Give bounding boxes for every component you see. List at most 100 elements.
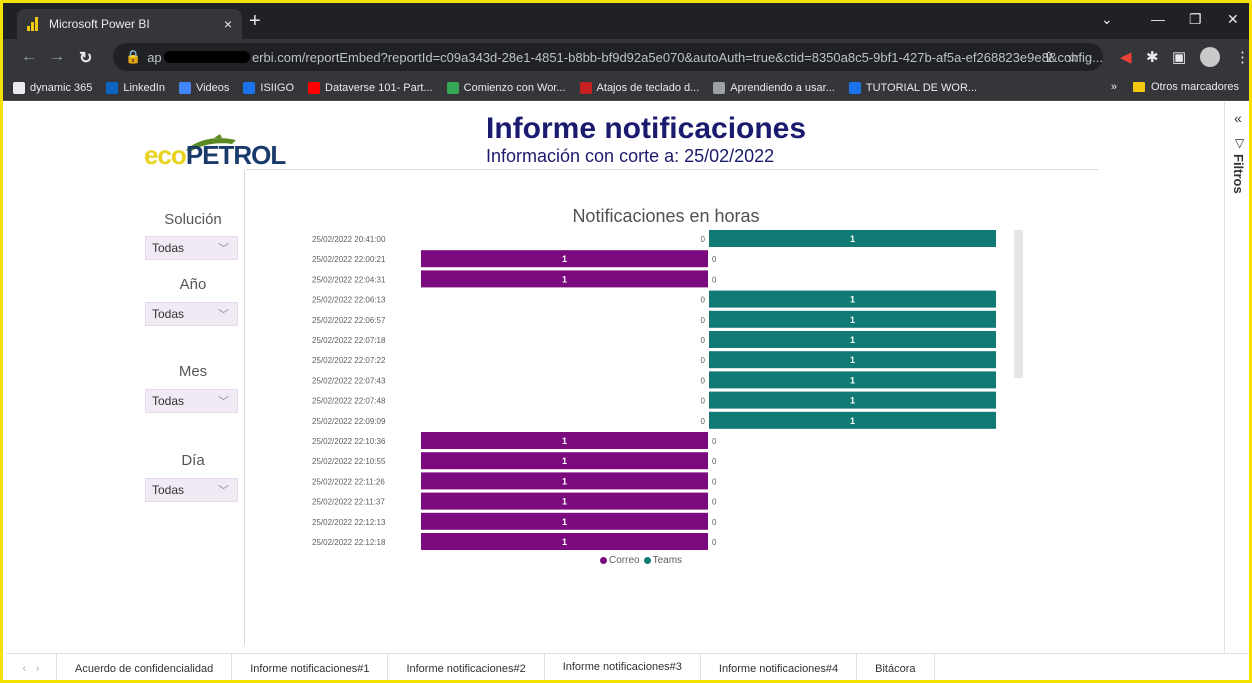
- data-label-teams: 0: [712, 437, 717, 446]
- sidepanel-icon[interactable]: ▣: [1172, 48, 1186, 66]
- star-icon[interactable]: ☆: [1066, 49, 1079, 65]
- bookmark-item[interactable]: Videos: [178, 81, 230, 94]
- filters-label[interactable]: Filtros: [1231, 154, 1246, 194]
- category-label: 25/02/2022 22:12:18: [312, 538, 386, 547]
- data-label-teams: 1: [850, 375, 855, 385]
- page-tab[interactable]: Informe notificaciones#3: [543, 654, 700, 680]
- legend-dot-correo: [600, 557, 607, 564]
- bookmark-item[interactable]: Aprendiendo a usar...: [713, 81, 835, 94]
- data-label-correo: 1: [562, 537, 567, 547]
- data-label-correo: 0: [701, 417, 706, 426]
- data-label-correo: 1: [562, 517, 567, 527]
- window-close-icon[interactable]: ✕: [1227, 11, 1239, 28]
- bookmark-label: ISIIGO: [260, 81, 295, 94]
- category-label: 25/02/2022 22:10:36: [312, 437, 386, 446]
- report-title: Informe notificaciones: [486, 112, 807, 145]
- category-label: 25/02/2022 22:12:13: [312, 518, 386, 527]
- new-tab-button[interactable]: +: [249, 11, 261, 31]
- bookmark-item[interactable]: dynamic 365: [13, 81, 92, 94]
- more-bookmarks-icon[interactable]: »: [1111, 81, 1117, 93]
- tab-close-icon[interactable]: ×: [224, 16, 232, 32]
- slicer-value: Todas: [152, 307, 185, 321]
- redacted-block: [163, 51, 250, 63]
- address-bar[interactable]: 🔒 ap erbi.com/ reportEmbed?reportId=c09a…: [113, 43, 1103, 71]
- page-tab[interactable]: Informe notificaciones#4: [699, 654, 856, 680]
- chart-title: Notificaciones en horas: [572, 206, 760, 226]
- page-tab[interactable]: Informe notificaciones#2: [387, 654, 543, 680]
- data-label-teams: 0: [712, 498, 717, 507]
- share-icon[interactable]: ⇪: [1043, 49, 1055, 65]
- legend-teams[interactable]: Teams: [653, 555, 682, 566]
- menu-icon[interactable]: ⋮: [1235, 48, 1249, 66]
- reload-icon[interactable]: ↻: [79, 48, 92, 68]
- puzzle-icon[interactable]: ✱: [1146, 48, 1159, 66]
- data-label-correo: 0: [701, 336, 706, 345]
- data-label-teams: 1: [850, 234, 855, 244]
- bookmark-item[interactable]: LinkedIn: [106, 81, 165, 94]
- bookmark-label: Videos: [195, 81, 230, 94]
- chart-scrollbar[interactable]: [1014, 230, 1023, 378]
- category-label: 25/02/2022 22:06:57: [312, 316, 386, 325]
- data-label-correo: 0: [701, 235, 706, 244]
- legend-dot-teams: [643, 557, 651, 564]
- slicer-dia[interactable]: Todas ﹀: [145, 478, 238, 502]
- browser-window: Microsoft Power BI × + ⌄ — ❐ ✕ ← → ↻ 🔒 a…: [0, 0, 1252, 683]
- data-label-teams: 0: [712, 538, 717, 547]
- bookmark-icon: [446, 81, 459, 94]
- page-tab[interactable]: Informe notificaciones#1: [231, 654, 387, 680]
- chevron-down-icon: ﹀: [218, 485, 229, 497]
- bookmark-label: LinkedIn: [123, 81, 165, 94]
- forward-icon[interactable]: →: [49, 48, 65, 66]
- data-label-correo: 1: [562, 476, 567, 486]
- page-tab[interactable]: Bitácora: [856, 654, 935, 680]
- data-label-correo: 0: [701, 356, 706, 365]
- data-label-teams: 1: [850, 416, 855, 426]
- category-label: 25/02/2022 22:07:43: [312, 376, 386, 385]
- bookmark-icon: [13, 81, 25, 94]
- data-label-teams: 1: [850, 315, 855, 325]
- bookmark-item[interactable]: TUTORIAL DE WOR...: [848, 81, 977, 94]
- bookmark-item[interactable]: Dataverse 101- Part...: [308, 81, 433, 94]
- category-label: 25/02/2022 22:04:31: [312, 275, 386, 284]
- powerbi-icon: [27, 17, 41, 31]
- data-label-teams: 1: [850, 335, 855, 345]
- restore-icon[interactable]: ❐: [1189, 11, 1202, 28]
- slicer-ano[interactable]: Todas ﹀: [145, 302, 238, 326]
- tab-search-icon[interactable]: ⌄: [1101, 11, 1113, 28]
- other-bookmarks[interactable]: Otros marcadores: [1151, 81, 1239, 93]
- bookmark-label: Comienzo con Wor...: [463, 81, 566, 94]
- bookmark-item[interactable]: Comienzo con Wor...: [446, 81, 566, 94]
- data-label-teams: 0: [712, 457, 717, 466]
- legend-correo[interactable]: Correo: [609, 555, 640, 566]
- data-label-correo: 1: [562, 497, 567, 507]
- browser-tab[interactable]: Microsoft Power BI ×: [17, 9, 242, 39]
- extension-icon[interactable]: ◀: [1120, 48, 1132, 66]
- data-label-correo: 0: [701, 316, 706, 325]
- lock-icon: 🔒: [125, 49, 142, 64]
- category-label: 25/02/2022 22:07:22: [312, 356, 386, 365]
- minimize-icon[interactable]: —: [1151, 11, 1165, 27]
- bookmark-icon: [579, 81, 592, 94]
- prev-page-icon[interactable]: ‹: [23, 663, 26, 674]
- data-label-teams: 0: [712, 255, 717, 264]
- filters-pane[interactable]: « ▽ Filtros: [1224, 102, 1249, 653]
- category-label: 25/02/2022 22:00:21: [312, 255, 386, 264]
- category-label: 25/02/2022 22:11:37: [312, 498, 385, 507]
- slicer-mes[interactable]: Todas ﹀: [145, 389, 238, 413]
- url-domain-tail: erbi.com/: [251, 49, 306, 65]
- profile-avatar[interactable]: [1200, 47, 1220, 67]
- notifications-bar-chart[interactable]: 25/02/2022 20:41:00 0 1 25/02/2022 22:00:21…: [296, 226, 1016, 556]
- category-label: 25/02/2022 22:07:18: [312, 336, 386, 345]
- bookmark-label: Dataverse 101- Part...: [325, 81, 433, 94]
- collapse-icon[interactable]: «: [1234, 110, 1242, 126]
- slicer-solucion[interactable]: Todas ﹀: [145, 236, 238, 260]
- back-icon[interactable]: ←: [21, 48, 37, 66]
- data-label-correo: 1: [562, 456, 567, 466]
- report-cutoff-date: Información con corte a: 25/02/2022: [486, 146, 775, 166]
- next-page-icon[interactable]: ›: [36, 663, 39, 674]
- bookmark-item[interactable]: Atajos de teclado d...: [579, 81, 699, 94]
- page-tab[interactable]: Acuerdo de confidencialidad: [56, 654, 231, 680]
- data-label-correo: 0: [701, 397, 706, 406]
- page-nav-arrows[interactable]: ‹ ›: [6, 654, 56, 680]
- bookmark-item[interactable]: ISIIGO: [243, 81, 295, 94]
